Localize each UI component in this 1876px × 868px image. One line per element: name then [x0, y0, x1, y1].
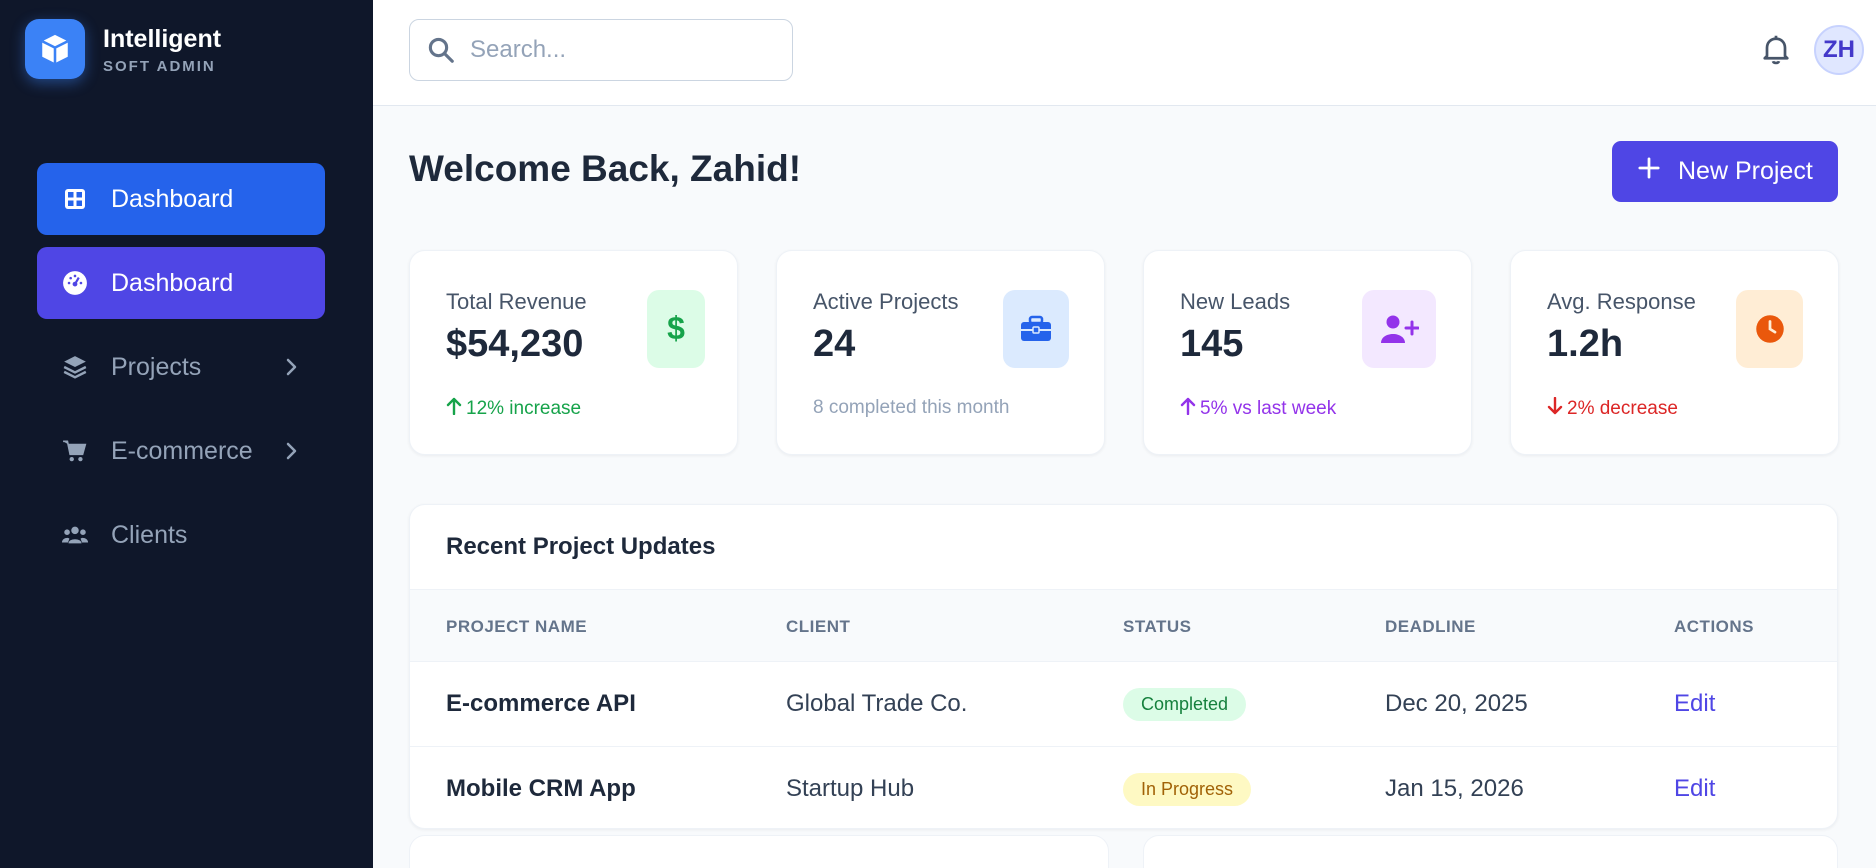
deadline: Jan 15, 2026	[1385, 775, 1524, 802]
stat-card-revenue: Total Revenue $54,230 12% increase $	[409, 250, 738, 455]
chevron-right-icon	[279, 355, 303, 379]
next-card-right	[1143, 835, 1838, 868]
sidebar-item-dashboard-alt[interactable]: Dashboard	[37, 247, 325, 319]
search-box[interactable]	[409, 19, 793, 81]
avatar[interactable]: ZH	[1814, 25, 1864, 75]
stat-trend: 2% decrease	[1547, 396, 1678, 421]
stats-row: Total Revenue $54,230 12% increase $ Act…	[409, 250, 1839, 455]
next-card-left	[409, 835, 1109, 868]
search-icon	[426, 35, 456, 65]
sidebar: Intelligent SOFT ADMIN Dashboard Dashboa…	[0, 0, 373, 868]
stat-label: New Leads	[1180, 289, 1291, 314]
plus-icon	[1638, 157, 1660, 186]
stat-card-leads: New Leads 145 5% vs last week	[1143, 250, 1472, 455]
client-name: Global Trade Co.	[786, 690, 968, 717]
arrow-up-icon	[1180, 397, 1196, 421]
stat-trend-text: 12% increase	[466, 398, 582, 419]
stat-value: 1.2h	[1547, 323, 1624, 365]
sidebar-item-ecommerce[interactable]: E-commerce	[37, 415, 325, 487]
stat-value: $54,230	[446, 323, 584, 365]
column-header: DEADLINE	[1385, 617, 1476, 636]
stat-trend: 8 completed this month	[813, 397, 1009, 419]
dashboard-gauge-icon	[61, 269, 89, 297]
stat-value: 24	[813, 323, 856, 365]
project-name: E-commerce API	[446, 690, 636, 717]
stat-trend-text: 5% vs last week	[1200, 398, 1337, 419]
edit-link[interactable]: Edit	[1674, 690, 1715, 718]
sidebar-item-label: Clients	[111, 520, 188, 549]
dollar-icon: $	[647, 290, 705, 368]
stat-label: Total Revenue	[446, 289, 587, 314]
stat-card-projects: Active Projects 24 8 completed this mont…	[776, 250, 1105, 455]
topbar: ZH	[373, 0, 1876, 106]
bell-icon[interactable]	[1758, 31, 1794, 69]
clock-icon	[1736, 290, 1803, 368]
users-icon	[61, 521, 89, 549]
status-badge: Completed	[1123, 688, 1247, 721]
layers-icon	[61, 353, 89, 381]
stat-trend: 5% vs last week	[1180, 397, 1336, 421]
brand[interactable]: Intelligent SOFT ADMIN	[25, 19, 221, 79]
sidebar-item-clients[interactable]: Clients	[37, 499, 325, 571]
main-content: ZH Welcome Back, Zahid! New Project Tota…	[373, 0, 1876, 868]
sidebar-item-projects[interactable]: Projects	[37, 331, 325, 403]
app-root: Intelligent SOFT ADMIN Dashboard Dashboa…	[0, 0, 1876, 868]
table-title: Recent Project Updates	[446, 533, 716, 560]
page-title: Welcome Back, Zahid!	[409, 148, 802, 189]
sidebar-item-label: E-commerce	[111, 436, 253, 465]
brand-name: Intelligent	[103, 24, 222, 53]
column-header: CLIENT	[786, 617, 851, 636]
sidebar-item-label: Dashboard	[111, 184, 234, 213]
table-row: E-commerce API Global Trade Co. Complete…	[410, 661, 1837, 746]
column-header: PROJECT NAME	[446, 617, 588, 636]
arrow-up-icon	[446, 397, 462, 421]
edit-link[interactable]: Edit	[1674, 775, 1715, 803]
sidebar-item-label: Dashboard	[111, 268, 234, 297]
search-input[interactable]	[470, 36, 770, 64]
sidebar-item-label: Projects	[111, 352, 202, 381]
brand-subtitle: SOFT ADMIN	[103, 57, 216, 75]
cart-icon	[61, 437, 89, 465]
new-project-label: New Project	[1678, 157, 1813, 185]
table-header: PROJECT NAME CLIENT STATUS DEADLINE ACTI…	[410, 589, 1837, 661]
new-project-button[interactable]: New Project	[1612, 141, 1838, 202]
client-name: Startup Hub	[786, 775, 915, 802]
svg-text:$: $	[667, 312, 685, 346]
cube-logo-icon	[25, 19, 85, 79]
sidebar-item-dashboard[interactable]: Dashboard	[37, 163, 325, 235]
stat-card-response: Avg. Response 1.2h 2% decrease	[1510, 250, 1839, 455]
table-row: Mobile CRM App Startup Hub In Progress J…	[410, 746, 1837, 828]
arrow-down-icon	[1547, 396, 1563, 421]
column-header: STATUS	[1123, 617, 1192, 636]
stat-trend: 12% increase	[446, 397, 581, 421]
stat-label: Avg. Response	[1547, 289, 1696, 314]
status-badge: In Progress	[1123, 773, 1252, 806]
stat-value: 145	[1180, 323, 1244, 365]
grid-icon	[61, 185, 89, 213]
sidebar-nav: Dashboard Dashboard Projects E-commerce …	[37, 163, 325, 583]
stat-trend-text: 8 completed this month	[813, 397, 1010, 418]
recent-projects-table: Recent Project Updates PROJECT NAME CLIE…	[409, 504, 1838, 829]
project-name: Mobile CRM App	[446, 775, 636, 802]
deadline: Dec 20, 2025	[1385, 690, 1528, 717]
stat-trend-text: 2% decrease	[1567, 398, 1678, 419]
stat-label: Active Projects	[813, 289, 959, 314]
briefcase-icon	[1003, 290, 1069, 368]
user-plus-icon	[1362, 290, 1436, 368]
chevron-right-icon	[279, 439, 303, 463]
column-header: ACTIONS	[1674, 617, 1754, 636]
